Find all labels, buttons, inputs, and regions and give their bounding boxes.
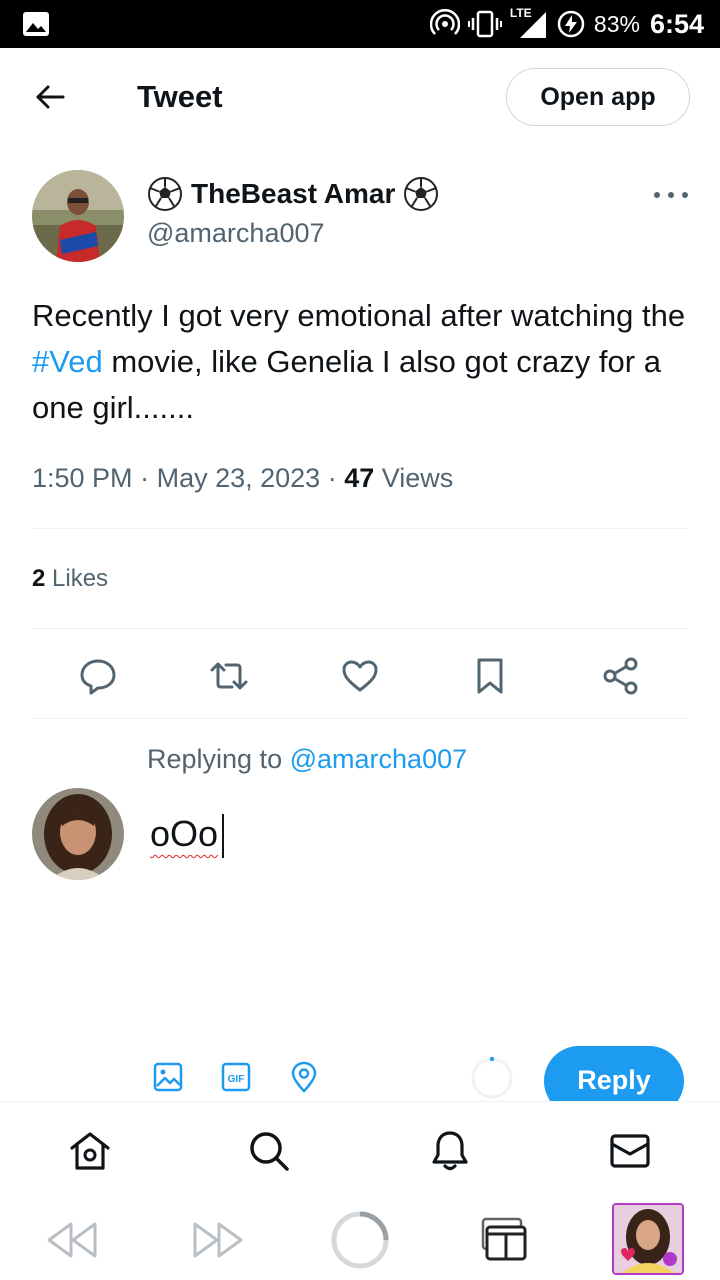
bottom-navigation — [0, 1102, 720, 1198]
bookmark-button[interactable] — [468, 654, 512, 698]
nav-home[interactable] — [67, 1128, 113, 1174]
dot-icon — [654, 192, 660, 198]
divider — [32, 528, 688, 529]
like-button[interactable] — [338, 654, 382, 698]
character-count-ring — [471, 1056, 513, 1099]
nav-messages[interactable] — [607, 1128, 653, 1174]
replying-to: Replying to @amarcha007 — [147, 744, 467, 775]
views-count: 47 — [344, 463, 375, 493]
views-label: Views — [381, 463, 454, 493]
bookmark-icon — [477, 658, 503, 694]
home-icon — [70, 1132, 110, 1170]
browser-home-button[interactable] — [330, 1210, 390, 1270]
reply-submit-button[interactable]: Reply — [544, 1046, 684, 1102]
nav-notifications[interactable] — [427, 1128, 473, 1174]
mail-icon — [610, 1134, 650, 1168]
browser-toolbar — [0, 1198, 720, 1280]
tweet-meta: 1:50 PM · May 23, 2023 · 47 Views — [32, 463, 453, 494]
back-button[interactable] — [30, 79, 70, 115]
text-cursor — [222, 814, 224, 858]
share-button[interactable] — [599, 654, 643, 698]
search-icon — [250, 1132, 289, 1171]
reply-action-button[interactable] — [76, 654, 120, 698]
comment-icon — [80, 659, 116, 695]
rewind-icon — [47, 1222, 97, 1258]
loading-ring-icon — [331, 1211, 389, 1269]
replying-to-handle[interactable]: @amarcha007 — [290, 744, 468, 774]
retweet-icon — [210, 662, 248, 690]
author-name-row[interactable]: TheBeast Amar — [147, 176, 439, 212]
reply-text[interactable]: oOo — [150, 813, 218, 855]
nav-explore[interactable] — [246, 1128, 292, 1174]
likes-count: 2 — [32, 565, 46, 592]
browser-tabs-button[interactable] — [478, 1214, 528, 1264]
add-gif-button[interactable]: GIF — [219, 1060, 253, 1094]
heart-icon — [342, 660, 378, 692]
gallery-icon — [23, 12, 49, 36]
current-tab-thumbnail[interactable] — [612, 1203, 684, 1275]
tweet-text-start: Recently I got very emotional after watc… — [32, 298, 686, 333]
fast-forward-icon — [193, 1222, 243, 1258]
battery-charging-icon — [557, 10, 585, 38]
page-title: Tweet — [137, 79, 223, 114]
tweet-time[interactable]: 1:50 PM — [32, 463, 133, 493]
divider — [32, 628, 688, 629]
status-bar: LTE 83% 6:54 — [0, 0, 720, 48]
compose-toolbar: GIF Reply — [0, 1040, 720, 1102]
top-header: Tweet Open app — [0, 48, 720, 146]
svg-text:GIF: GIF — [228, 1074, 245, 1085]
browser-back-button[interactable] — [44, 1218, 100, 1262]
divider — [32, 718, 688, 719]
tabs-icon — [481, 1217, 527, 1261]
author-name: TheBeast Amar — [191, 178, 396, 209]
tweet-text: Recently I got very emotional after watc… — [32, 293, 692, 431]
likes-link[interactable]: 2 Likes — [32, 565, 108, 593]
dot-icon — [682, 192, 688, 198]
user-avatar[interactable] — [32, 788, 124, 880]
soccer-ball-icon — [404, 177, 439, 211]
add-location-button[interactable] — [287, 1060, 321, 1094]
soccer-ball-icon — [148, 177, 182, 211]
likes-label: Likes — [52, 565, 109, 592]
battery-percent: 83% — [593, 10, 640, 37]
tweet-actions — [0, 648, 720, 704]
bell-icon — [432, 1131, 468, 1171]
author-avatar[interactable] — [32, 170, 124, 262]
dot-icon — [668, 192, 674, 198]
back-arrow-icon — [36, 85, 65, 109]
retweet-button[interactable] — [207, 654, 251, 698]
tweet-text-end: movie, like Genelia I also got crazy for… — [32, 344, 661, 425]
image-icon — [153, 1062, 183, 1092]
location-pin-icon — [291, 1061, 317, 1093]
gif-icon: GIF — [221, 1062, 251, 1092]
more-options-button[interactable] — [654, 184, 688, 206]
author-handle[interactable]: @amarcha007 — [147, 218, 325, 249]
share-icon — [603, 657, 638, 695]
hotspot-icon — [429, 9, 460, 35]
hashtag-link[interactable]: #Ved — [32, 344, 103, 379]
open-app-button[interactable]: Open app — [506, 68, 690, 126]
meta-separator: · — [140, 463, 157, 493]
vibrate-icon — [467, 10, 502, 38]
tweet-date[interactable]: May 23, 2023 — [157, 463, 321, 493]
browser-forward-button[interactable] — [190, 1218, 246, 1262]
add-image-button[interactable] — [151, 1060, 185, 1094]
replying-to-label: Replying to — [147, 744, 283, 774]
meta-separator: · — [327, 463, 345, 493]
clock: 6:54 — [649, 8, 704, 39]
signal-icon: LTE — [510, 6, 548, 40]
